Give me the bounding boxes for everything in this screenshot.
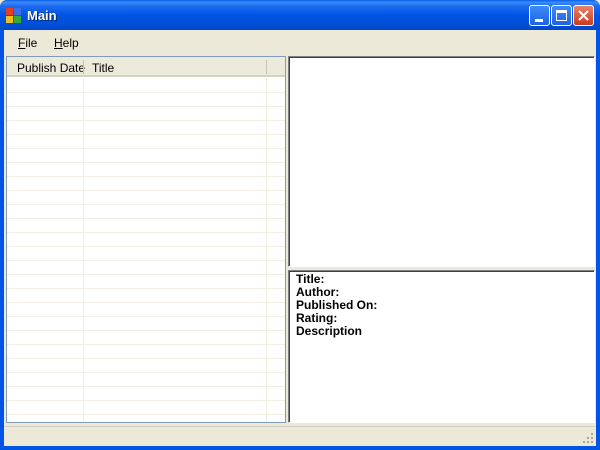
row-gridline <box>7 134 285 135</box>
book-list[interactable]: Publish Date Title <box>6 56 286 423</box>
window-title: Main <box>27 8 57 23</box>
row-gridline <box>7 204 285 205</box>
menu-help[interactable]: Help <box>54 36 79 50</box>
detail-description-label: Description <box>296 324 363 338</box>
resize-grip-icon[interactable] <box>582 432 594 444</box>
menu-help-label: elp <box>62 36 79 50</box>
row-gridline <box>7 92 285 93</box>
list-body[interactable] <box>7 79 285 422</box>
row-gridline <box>7 302 285 303</box>
status-bar <box>4 426 596 446</box>
maximize-button[interactable] <box>551 5 572 26</box>
maximize-icon <box>556 10 567 21</box>
row-gridline <box>7 106 285 107</box>
row-gridline <box>7 260 285 261</box>
main-window: Main File Help Publish Date Title Title:… <box>0 0 600 450</box>
row-gridline <box>7 232 285 233</box>
menu-help-mnemonic: H <box>54 36 63 50</box>
column-gridline <box>266 79 267 422</box>
row-gridline <box>7 400 285 401</box>
close-icon <box>578 10 589 21</box>
row-gridline <box>7 274 285 275</box>
row-gridline <box>7 162 285 163</box>
menu-file-label: ile <box>25 36 38 50</box>
row-gridline <box>7 414 285 415</box>
row-gridline <box>7 344 285 345</box>
column-title[interactable]: Title <box>92 61 114 75</box>
row-gridline <box>7 176 285 177</box>
row-gridline <box>7 358 285 359</box>
minimize-icon <box>535 19 543 22</box>
list-header: Publish Date Title <box>7 57 285 77</box>
row-gridline <box>7 330 285 331</box>
row-gridline <box>7 288 285 289</box>
row-gridline <box>7 386 285 387</box>
menu-bar: File Help <box>4 30 596 54</box>
title-bar[interactable]: Main <box>0 0 600 30</box>
app-icon <box>6 8 22 24</box>
row-gridline <box>7 190 285 191</box>
column-divider[interactable] <box>83 60 84 74</box>
minimize-button[interactable] <box>529 5 550 26</box>
row-gridline <box>7 218 285 219</box>
column-divider[interactable] <box>266 60 267 74</box>
column-publish-date[interactable]: Publish Date <box>17 61 85 75</box>
details-pane: Title: Author: Published On: Rating: Des… <box>288 270 595 423</box>
row-gridline <box>7 372 285 373</box>
row-gridline <box>7 120 285 121</box>
preview-pane <box>288 56 595 267</box>
row-gridline <box>7 246 285 247</box>
row-gridline <box>7 316 285 317</box>
row-gridline <box>7 148 285 149</box>
close-button[interactable] <box>573 5 594 26</box>
client-area: File Help Publish Date Title Title: Auth… <box>4 30 596 446</box>
column-gridline <box>83 79 84 422</box>
menu-file[interactable]: File <box>18 36 37 50</box>
